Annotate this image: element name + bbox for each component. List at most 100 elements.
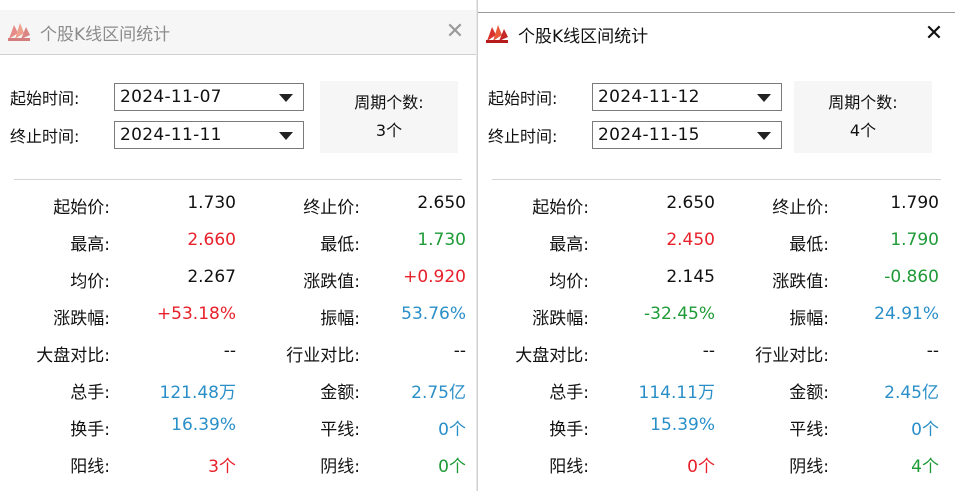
stat-label: 金额:: [320, 383, 360, 403]
stat-row: 阳线: 0个 阴线: 4个: [478, 448, 955, 478]
start-date-value: 2024-11-07: [120, 87, 222, 107]
stat-label: 换手:: [549, 420, 589, 440]
stat-label: 大盘对比:: [515, 346, 589, 366]
close-button[interactable]: ✕: [921, 21, 947, 47]
stat-value: 24.91%: [874, 304, 939, 324]
stat-value: 53.76%: [401, 304, 466, 324]
stat-label: 涨跌值:: [772, 272, 829, 292]
end-date-row: 终止时间: 2024-11-11: [10, 119, 304, 151]
stat-value: 1.790: [890, 230, 939, 250]
stat-value: 0个: [911, 420, 939, 440]
stat-label: 涨跌幅:: [532, 309, 589, 329]
dropdown-arrow-icon[interactable]: [279, 94, 293, 102]
stat-label: 总手:: [70, 383, 110, 403]
divider: [492, 179, 941, 180]
start-date-select[interactable]: 2024-11-12: [592, 83, 782, 111]
period-count-label: 周期个数:: [828, 93, 898, 112]
stat-label: 振幅:: [789, 309, 829, 329]
stats-window-left: 个股K线区间统计 ✕ 起始时间: 2024-11-07 终止时间: 2024-1…: [0, 0, 476, 491]
stat-value: +53.18%: [156, 304, 236, 324]
period-count-value: 3个: [375, 121, 403, 140]
stat-label: 涨跌值:: [303, 272, 360, 292]
period-count-value: 4个: [849, 121, 877, 140]
start-date-value: 2024-11-12: [598, 87, 700, 107]
stat-value: 2.75亿: [411, 383, 466, 403]
stat-row: 起始价: 1.730 终止价: 2.650: [0, 189, 476, 219]
window-title: 个股K线区间统计: [518, 26, 649, 47]
stat-value: --: [702, 341, 715, 361]
start-date-select[interactable]: 2024-11-07: [114, 83, 304, 111]
stat-row: 最高: 2.660 最低: 1.730: [0, 226, 476, 256]
end-date-select[interactable]: 2024-11-15: [592, 121, 782, 149]
stat-value: 2.267: [187, 267, 236, 287]
window-body: 起始时间: 2024-11-07 终止时间: 2024-11-11 周期个数: …: [0, 55, 476, 491]
stat-value: +0.920: [403, 267, 466, 287]
stat-value: 2.145: [666, 267, 715, 287]
stat-row: 总手: 121.48万 金额: 2.75亿: [0, 374, 476, 404]
stat-value: 2.650: [666, 193, 715, 213]
start-date-label: 起始时间:: [10, 89, 80, 108]
stat-row: 最高: 2.450 最低: 1.790: [478, 226, 955, 256]
stat-row: 总手: 114.11万 金额: 2.45亿: [478, 374, 955, 404]
stat-value: 2.660: [187, 230, 236, 250]
stat-label: 金额:: [789, 383, 829, 403]
stat-value: --: [223, 341, 236, 361]
stat-label: 阴线:: [789, 457, 829, 477]
stat-value: 0个: [687, 457, 715, 477]
stat-label: 阳线:: [549, 457, 589, 477]
stat-label: 总手:: [549, 383, 589, 403]
end-date-label: 终止时间:: [488, 127, 558, 146]
period-count-label: 周期个数:: [354, 93, 424, 112]
stat-label: 振幅:: [320, 309, 360, 329]
stat-row: 均价: 2.267 涨跌值: +0.920: [0, 263, 476, 293]
dropdown-arrow-icon[interactable]: [757, 94, 771, 102]
stat-value: --: [926, 341, 939, 361]
stat-value: 3个: [208, 457, 236, 477]
end-date-row: 终止时间: 2024-11-15: [488, 119, 782, 151]
stat-label: 起始价:: [532, 198, 589, 218]
stat-value: 15.39%: [650, 415, 715, 435]
end-date-select[interactable]: 2024-11-11: [114, 121, 304, 149]
start-date-row: 起始时间: 2024-11-07: [10, 81, 304, 113]
stat-value: 2.450: [666, 230, 715, 250]
start-date-row: 起始时间: 2024-11-12: [488, 81, 782, 113]
stat-label: 行业对比:: [755, 346, 829, 366]
stats-window-right: 个股K线区间统计 ✕ 起始时间: 2024-11-12 终止时间: 2024-1…: [477, 0, 955, 491]
stat-label: 终止价:: [772, 198, 829, 218]
stat-label: 平线:: [320, 420, 360, 440]
dropdown-arrow-icon[interactable]: [757, 132, 771, 140]
stat-value: 2.45亿: [884, 383, 939, 403]
stat-value: --: [453, 341, 466, 361]
stat-label: 均价:: [70, 272, 110, 292]
window-title: 个股K线区间统计: [40, 24, 171, 45]
stat-label: 涨跌幅:: [53, 309, 110, 329]
stat-label: 起始价:: [53, 198, 110, 218]
stat-value: 4个: [911, 457, 939, 477]
dropdown-arrow-icon[interactable]: [279, 132, 293, 140]
stat-value: -0.860: [884, 267, 939, 287]
stat-value: 121.48万: [159, 383, 236, 403]
stat-value: 1.790: [890, 193, 939, 213]
stat-label: 最高:: [549, 235, 589, 255]
close-button[interactable]: ✕: [442, 19, 468, 45]
stat-value: 16.39%: [171, 415, 236, 435]
stat-label: 最低:: [320, 235, 360, 255]
stat-row: 涨跌幅: +53.18% 振幅: 53.76%: [0, 300, 476, 330]
period-count-box: 周期个数: 4个: [794, 81, 932, 153]
stat-value: 114.11万: [638, 383, 715, 403]
stat-label: 最低:: [789, 235, 829, 255]
end-date-value: 2024-11-11: [120, 125, 222, 145]
stat-label: 大盘对比:: [36, 346, 110, 366]
stat-label: 行业对比:: [286, 346, 360, 366]
window-body: 起始时间: 2024-11-12 终止时间: 2024-11-15 周期个数: …: [478, 55, 955, 491]
stat-value: 1.730: [417, 230, 466, 250]
stat-label: 平线:: [789, 420, 829, 440]
stat-row: 换手: 15.39% 平线: 0个: [478, 411, 955, 441]
stat-row: 涨跌幅: -32.45% 振幅: 24.91%: [478, 300, 955, 330]
app-logo-icon: [484, 23, 510, 45]
stat-label: 换手:: [70, 420, 110, 440]
stat-label: 均价:: [549, 272, 589, 292]
stat-label: 最高:: [70, 235, 110, 255]
end-date-value: 2024-11-15: [598, 125, 700, 145]
stat-label: 阳线:: [70, 457, 110, 477]
